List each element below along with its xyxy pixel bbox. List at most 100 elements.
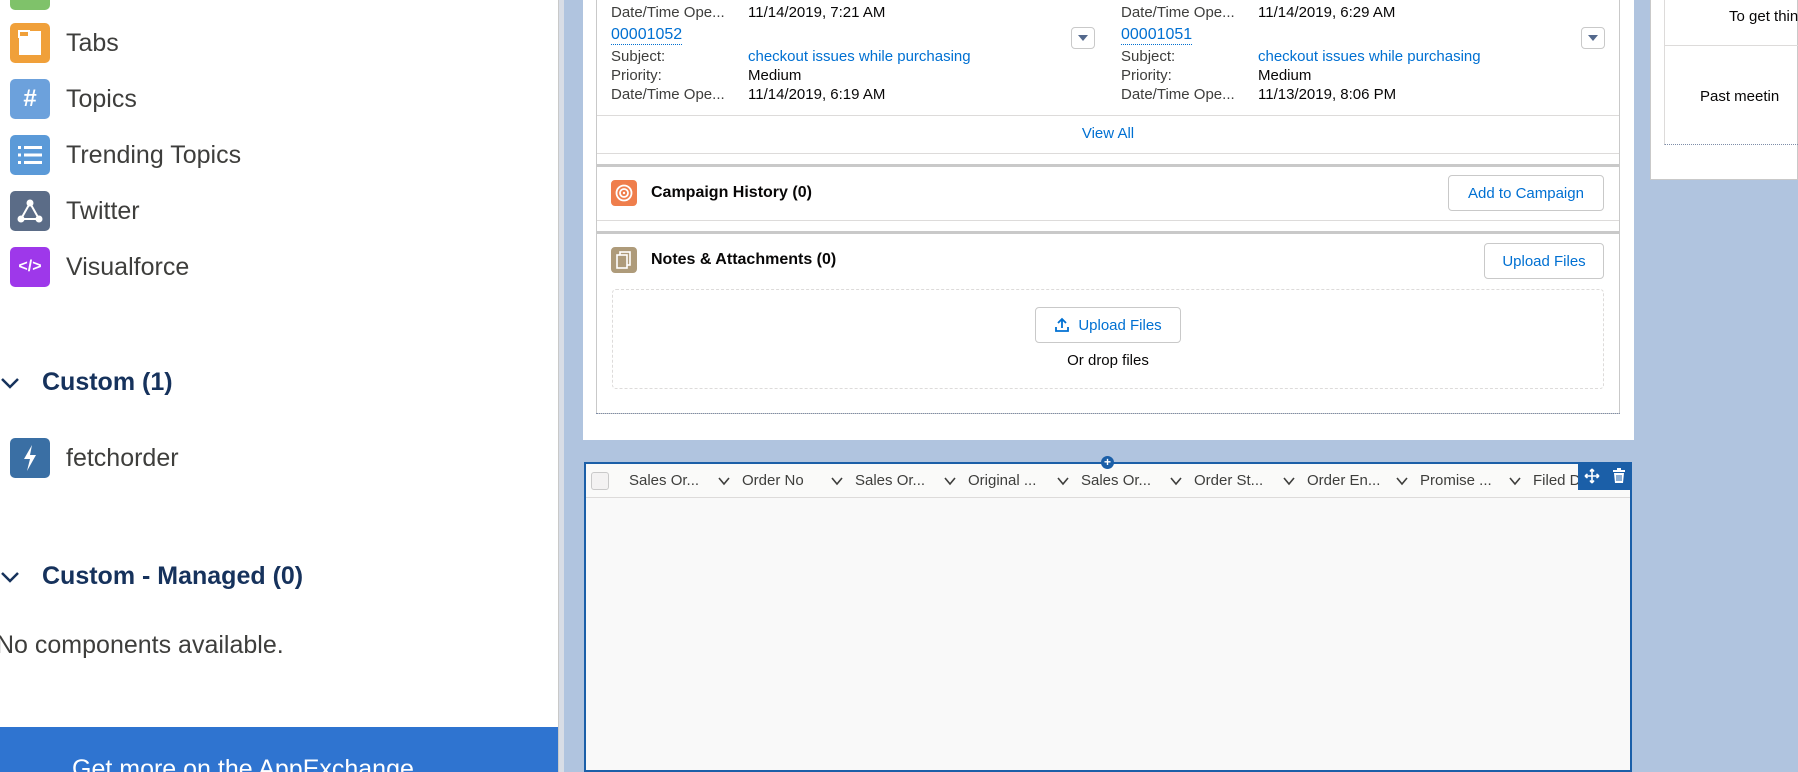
record-menu-button[interactable]: [1071, 27, 1095, 49]
component-label: Visualforce: [66, 252, 190, 281]
caret-down-icon: [1588, 35, 1598, 41]
column-header-label: Sales Or...: [855, 472, 926, 489]
field-label: Date/Time Ope...: [1121, 86, 1235, 103]
move-icon[interactable]: [1584, 468, 1600, 484]
campaign-history-header: Campaign History (0): [611, 180, 812, 206]
upload-icon: [1055, 317, 1070, 332]
component-label: Topics: [66, 84, 137, 113]
chevron-down-icon[interactable]: [1508, 474, 1522, 488]
field-label: Date/Time Ope...: [611, 4, 725, 21]
card-separator: [597, 164, 1619, 167]
divider: [597, 220, 1619, 221]
case-number-link[interactable]: 00001051: [1121, 26, 1193, 45]
component-item-trending-topics[interactable]: Trending Topics: [10, 135, 241, 175]
field-label: Date/Time Ope...: [611, 86, 725, 103]
card-title-text: Campaign History (0): [651, 184, 812, 201]
file-icon: [611, 247, 637, 273]
chevron-down-icon[interactable]: [1395, 474, 1409, 488]
field-value: 11/13/2019, 8:06 PM: [1258, 86, 1397, 103]
component-toolbar: [1578, 462, 1632, 490]
sales-order-table[interactable]: Sales Or... Order No Sales Or... Origina…: [584, 462, 1632, 772]
column-header[interactable]: Sales Or...: [629, 472, 742, 489]
section-toggle-custom-managed[interactable]: Custom - Managed (0): [0, 562, 303, 591]
target-icon: [611, 180, 637, 206]
case-number-link[interactable]: 00001052: [611, 26, 683, 45]
add-component-icon[interactable]: +: [1101, 456, 1114, 469]
column-header-label: Sales Or...: [1081, 472, 1152, 489]
field-value: 11/14/2019, 7:21 AM: [748, 4, 886, 21]
column-header[interactable]: Original ...: [968, 472, 1081, 489]
section-title: Custom - Managed (0): [42, 562, 304, 590]
code-icon: </>: [10, 247, 50, 287]
notes-attachments-header: Notes & Attachments (0): [611, 247, 836, 273]
component-item-topics[interactable]: # Topics: [10, 79, 137, 119]
component-label: Tabs: [66, 28, 119, 57]
component-item-visualforce[interactable]: </> Visualforce: [10, 247, 189, 287]
field-value: Medium: [748, 67, 802, 84]
section-title: Custom (1): [42, 368, 173, 396]
column-header[interactable]: Sales Or...: [1081, 472, 1194, 489]
component-item-twitter[interactable]: Twitter: [10, 191, 140, 231]
select-all-checkbox[interactable]: [591, 471, 609, 490]
column-header[interactable]: Order St...: [1194, 472, 1307, 489]
table-header: Sales Or... Order No Sales Or... Origina…: [586, 464, 1630, 498]
component-item-fetchorder[interactable]: fetchorder: [10, 438, 179, 478]
add-to-campaign-button[interactable]: Add to Campaign: [1448, 175, 1604, 211]
subject-link[interactable]: checkout issues while purchasing: [1258, 48, 1481, 65]
column-header-label: Promise ...: [1420, 472, 1492, 489]
field-label: Date/Time Ope...: [1121, 4, 1235, 21]
column-header-label: Order En...: [1307, 472, 1381, 489]
column-header[interactable]: Order En...: [1307, 472, 1420, 489]
chevron-down-icon[interactable]: [717, 474, 731, 488]
chevron-down-icon[interactable]: [830, 474, 844, 488]
right-sidebar-text: To get thin: [1729, 8, 1798, 25]
column-header[interactable]: Sales Or...: [855, 472, 968, 489]
field-label: Subject:: [1121, 48, 1176, 65]
twitter-icon: [10, 191, 50, 231]
section-toggle-custom[interactable]: Custom (1): [0, 368, 173, 397]
field-value: 11/14/2019, 6:19 AM: [748, 86, 886, 103]
components-panel: Tabs # Topics Trending Topics Twitter </…: [0, 0, 558, 772]
hash-icon: #: [10, 79, 50, 119]
card-title-text: Notes & Attachments (0): [651, 251, 837, 268]
field-value: Medium: [1258, 67, 1312, 84]
empty-state-text: No components available.: [0, 631, 284, 659]
field-value: 11/14/2019, 6:29 AM: [1258, 4, 1396, 21]
subject-link[interactable]: checkout issues while purchasing: [748, 48, 971, 65]
divider: [597, 153, 1619, 154]
trash-icon[interactable]: [1612, 468, 1626, 484]
panel-divider[interactable]: [558, 0, 564, 772]
divider: [597, 115, 1619, 116]
component-label: Trending Topics: [66, 140, 242, 169]
caret-down-icon: [1078, 35, 1088, 41]
component-item-tabs[interactable]: Tabs: [10, 23, 119, 63]
field-label: Priority:: [1121, 67, 1172, 84]
chevron-down-icon[interactable]: [1056, 474, 1070, 488]
field-label: Subject:: [611, 48, 666, 65]
list-icon: [10, 135, 50, 175]
view-all-link[interactable]: View All: [596, 125, 1620, 142]
lightning-icon: [10, 438, 50, 478]
upload-files-label: Upload Files: [1078, 316, 1162, 334]
component-label: fetchorder: [66, 443, 179, 472]
right-sidebar-text: Past meetin: [1700, 88, 1780, 105]
column-header[interactable]: Order No: [742, 472, 855, 489]
upload-files-button[interactable]: Upload Files: [1035, 307, 1181, 343]
column-header-label: Order St...: [1194, 472, 1264, 489]
divider: [1664, 45, 1798, 46]
chevron-down-icon: [1, 571, 19, 583]
component-label: Twitter: [66, 196, 140, 225]
column-header-label: Sales Or...: [629, 472, 700, 489]
appexchange-button[interactable]: Get more on the AppExchange: [0, 727, 558, 772]
column-header[interactable]: Promise ...: [1420, 472, 1533, 489]
chevron-down-icon[interactable]: [943, 474, 957, 488]
record-menu-button[interactable]: [1581, 27, 1605, 49]
column-header-label: Order No: [742, 472, 804, 489]
chevron-down-icon: [1, 377, 19, 389]
upload-files-header-button[interactable]: Upload Files: [1484, 243, 1604, 279]
partial-component-icon: [10, 0, 50, 10]
chevron-down-icon[interactable]: [1282, 474, 1296, 488]
chevron-down-icon[interactable]: [1169, 474, 1183, 488]
tabs-icon: [10, 23, 50, 63]
field-label: Priority:: [611, 67, 662, 84]
